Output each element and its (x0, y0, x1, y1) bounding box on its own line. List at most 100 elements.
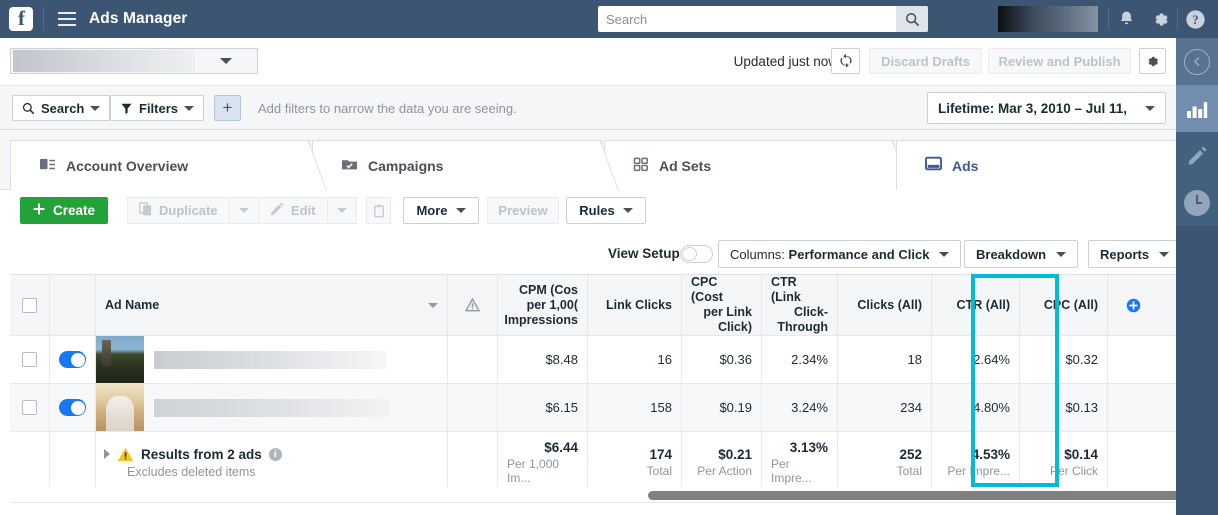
top-navigation-bar: f Ads Manager ? (0, 0, 1218, 38)
link-clicks-column-header[interactable]: Link Clicks (588, 275, 682, 335)
bell-icon[interactable] (1109, 0, 1143, 38)
row-select-cell[interactable] (10, 384, 50, 431)
ad-name-cell[interactable] (96, 336, 448, 383)
edit-dropdown[interactable] (328, 197, 357, 224)
horizontal-scrollbar-thumb[interactable] (648, 491, 1182, 500)
row-status-cell[interactable] (50, 384, 96, 431)
cpc-link-column-header[interactable]: CPC (Cost per Link Click) (682, 275, 762, 335)
facebook-logo-icon[interactable]: f (9, 7, 33, 31)
ads-icon (925, 156, 942, 175)
delivery-warning-column-header (448, 275, 498, 335)
ctr-link-column-header[interactable]: CTR (Link Click- Through (762, 275, 838, 335)
ctr-link-cell: 2.34% (762, 336, 838, 383)
select-all-checkbox[interactable] (22, 298, 37, 313)
summary-ctr-link-cell: 3.13% Per Impre... (762, 432, 838, 493)
tab-label: Ads (952, 158, 978, 174)
summary-cpc-all-sub: Per Click (1050, 464, 1098, 478)
row-status-cell[interactable] (50, 336, 96, 383)
rules-label: Rules (579, 203, 614, 218)
clicks-all-column-header[interactable]: Clicks (All) (838, 275, 932, 335)
more-label: More (416, 203, 447, 218)
summary-title: Results from 2 ads (141, 447, 262, 462)
review-and-publish-button[interactable]: Review and Publish (988, 48, 1131, 74)
ad-name-column-header[interactable]: Ad Name (96, 275, 448, 335)
ad-thumbnail[interactable] (96, 384, 144, 431)
add-column-icon[interactable] (1108, 275, 1158, 335)
table-header-row: Ad Name CPM (Cos per 1,00( Impressions L… (10, 274, 1176, 336)
search-input[interactable] (598, 7, 896, 31)
summary-clicks-all-value: 252 (899, 447, 922, 462)
view-setup-toggle[interactable] (680, 245, 713, 263)
summary-cpm-sub: Per 1,000 Im... (507, 457, 578, 485)
cpc-all-column-header[interactable]: CPC (All) (1020, 275, 1108, 335)
row-checkbox[interactable] (22, 352, 37, 367)
tab-campaigns[interactable]: Campaigns (312, 140, 602, 190)
chart-bars-button[interactable] (1176, 85, 1218, 132)
global-search[interactable] (598, 6, 928, 32)
summary-select-cell (10, 432, 50, 493)
create-label: Create (53, 203, 95, 218)
search-icon[interactable] (896, 6, 928, 32)
ad-name-cell[interactable] (96, 384, 448, 431)
ad-status-toggle[interactable] (59, 399, 86, 416)
clipboard-icon (373, 204, 385, 218)
chevron-down-icon[interactable] (195, 58, 257, 64)
create-button[interactable]: Create (20, 197, 108, 224)
table-row[interactable]: $6.15 158 $0.19 3.24% 234 4.80% $0.13 (10, 384, 1176, 432)
tab-ad-sets[interactable]: Ad Sets (604, 140, 894, 190)
clock-icon (1184, 190, 1210, 216)
collapse-panel-button[interactable] (1176, 38, 1218, 85)
refresh-button[interactable] (831, 48, 860, 74)
chevron-down-icon (1145, 106, 1155, 111)
sort-chevron-down-icon[interactable] (428, 303, 438, 308)
rules-dropdown-button[interactable]: Rules (566, 197, 646, 224)
filters-dropdown-button[interactable]: Filters (110, 95, 204, 121)
clock-button[interactable] (1176, 179, 1218, 226)
discard-drafts-button[interactable]: Discard Drafts (869, 48, 982, 74)
preview-button[interactable]: Preview (487, 197, 559, 224)
ctr-all-column-header[interactable]: CTR (All) (932, 275, 1020, 335)
reports-dropdown-button[interactable]: Reports (1088, 240, 1181, 268)
search-dropdown-button[interactable]: Search (12, 95, 110, 121)
link-clicks-cell: 158 (588, 384, 682, 431)
edit-label: Edit (291, 203, 316, 218)
app-title: Ads Manager (89, 10, 187, 28)
row-checkbox[interactable] (22, 400, 37, 415)
edit-button-group[interactable]: Edit (258, 197, 357, 224)
add-filter-button[interactable]: + (214, 95, 241, 121)
ad-account-selector[interactable] (10, 48, 258, 74)
more-dropdown-button[interactable]: More (403, 197, 479, 224)
horizontal-scrollbar-track[interactable] (10, 487, 1176, 503)
duplicate-button-group[interactable]: Duplicate (127, 197, 259, 224)
breakdown-dropdown-button[interactable]: Breakdown (964, 240, 1078, 268)
ad-thumbnail[interactable] (96, 336, 144, 383)
help-icon[interactable]: ? (1178, 0, 1212, 38)
chevron-down-icon (184, 106, 194, 111)
pencil-button[interactable] (1176, 132, 1218, 179)
hamburger-menu-icon[interactable] (58, 12, 76, 26)
summary-cpc-all-cell: $0.14 Per Click (1020, 432, 1108, 493)
clipboard-button[interactable] (366, 197, 391, 224)
cpm-column-header[interactable]: CPM (Cos per 1,00( Impressions (498, 275, 588, 335)
date-range-picker[interactable]: Lifetime: Mar 3, 2010 – Jul 11, (927, 92, 1166, 124)
duplicate-dropdown[interactable] (230, 197, 259, 224)
gear-icon[interactable] (1143, 0, 1177, 38)
select-all-header[interactable] (10, 275, 50, 335)
ad-status-toggle[interactable] (59, 351, 86, 368)
info-icon[interactable]: i (269, 448, 282, 461)
search-dropdown-label: Search (41, 101, 84, 116)
status-column-header (50, 275, 96, 335)
table-settings-gear-icon[interactable] (1139, 48, 1166, 74)
ctr-all-cell: 2.64% (932, 336, 1020, 383)
tab-account-overview[interactable]: Account Overview (10, 140, 310, 190)
tab-ads[interactable]: Ads (896, 140, 1176, 190)
chevron-down-icon (1159, 252, 1169, 257)
duplicate-button[interactable]: Duplicate (127, 197, 230, 224)
row-select-cell[interactable] (10, 336, 50, 383)
expand-triangle-icon[interactable] (104, 449, 110, 459)
chevron-down-icon (239, 208, 249, 213)
columns-dropdown-button[interactable]: Columns: Performance and Click (718, 240, 961, 268)
table-row[interactable]: $8.48 16 $0.36 2.34% 18 2.64% $0.32 (10, 336, 1176, 384)
edit-button[interactable]: Edit (258, 197, 328, 224)
chevron-down-icon (939, 252, 949, 257)
